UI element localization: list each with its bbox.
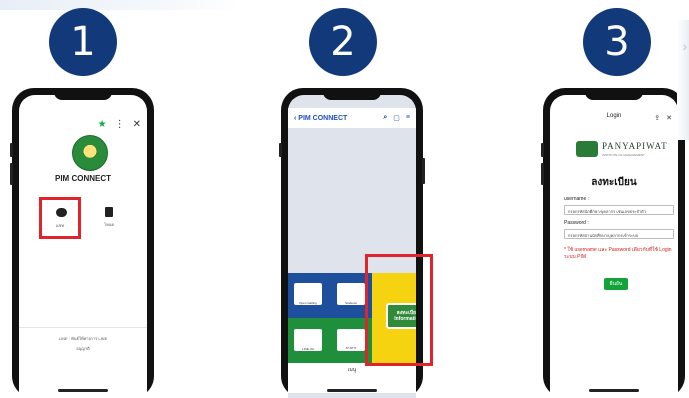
password-label: Password : (564, 220, 589, 226)
phone-step-1: ★ ⋮ ✕ PIM CONNECT แชท โหนด LINE · พันธ์ใ… (10, 88, 154, 398)
phone-1-screen: ★ ⋮ ✕ PIM CONNECT แชท โหนด LINE · พันธ์ใ… (19, 95, 147, 398)
highlight-register (365, 254, 433, 366)
pim-logo (72, 135, 108, 171)
university-sub: INSTITUTE OF MANAGEMENT (602, 153, 645, 157)
home-icon[interactable] (105, 207, 113, 217)
menu-icon[interactable]: ≡ (406, 114, 410, 122)
search-icon[interactable]: ⌕ (383, 114, 387, 122)
next-indicator: › (677, 20, 689, 140)
bottom-menu-label[interactable]: เมนู (348, 367, 356, 373)
submit-button[interactable]: ยืนยัน (604, 278, 628, 290)
divider (19, 327, 147, 328)
username-field[interactable]: กรอกรหัสนักศึกษา/บุคลากร เช่นเลขประจำตัว (564, 205, 674, 215)
close-icon[interactable]: ✕ (666, 114, 672, 122)
menu-chat-label[interactable]: แชท (47, 222, 73, 229)
login-actions: ⇪ ✕ (654, 114, 672, 122)
back-icon[interactable]: ‹ (294, 115, 296, 122)
chevron-right-icon: › (682, 38, 687, 54)
step-1-badge: 1 (49, 8, 117, 76)
tile-news[interactable]: ข่าวสาร (337, 329, 365, 351)
university-name: PANYAPIWAT (602, 141, 668, 151)
footer-text-2: อนุญาติ (76, 346, 90, 351)
bookmark-icon[interactable]: ▢ (393, 114, 400, 122)
highlight-chat (39, 197, 81, 239)
university-logo (576, 141, 598, 157)
header-title: PIM CONNECT (298, 114, 348, 122)
menu-home-label[interactable]: โหนด (97, 221, 121, 228)
form-title: ลงทะเบียน (591, 177, 637, 188)
chat-icon[interactable] (56, 208, 67, 217)
username-label: username : (564, 196, 590, 202)
app-header: ‹ PIM CONNECT ⌕ ▢ ≡ (288, 108, 416, 128)
phone-step-2: ‹ PIM CONNECT ⌕ ▢ ≡ Open Gatling Student… (279, 88, 433, 398)
warning-text: * ใช้ username และ Password เดียวกับที่ใ… (564, 247, 672, 260)
step-2-badge: 2 (309, 8, 377, 76)
step-3-badge: 3 (583, 8, 651, 76)
rich-menu-tiles: Open Gatling Students LINE OA ข่าวสาร (288, 273, 372, 363)
tile-students[interactable]: Students (337, 283, 365, 305)
tile-open-gatling[interactable]: Open Gatling (294, 283, 322, 305)
phone-3-screen: Login ⇪ ✕ PANYAPIWAT INSTITUTE OF MANAGE… (550, 95, 678, 398)
phone-step-3: Login ⇪ ✕ PANYAPIWAT INSTITUTE OF MANAGE… (541, 88, 685, 398)
footer-text-1: LINE · พันธ์ให้ทางการ LINE (58, 336, 108, 341)
top-actions: ★ ⋮ ✕ (98, 119, 141, 130)
star-icon[interactable]: ★ (98, 119, 107, 130)
tile-line-oa[interactable]: LINE OA (294, 329, 322, 351)
top-decoration (0, 0, 240, 10)
share-icon[interactable]: ⇪ (654, 114, 660, 122)
app-title: PIM CONNECT (55, 174, 111, 183)
more-icon[interactable]: ⋮ (115, 119, 125, 130)
password-field[interactable]: กรอกรหัสผ่านนักศึกษา/บุคลากรเข้าระบบ (564, 229, 674, 239)
close-icon[interactable]: ✕ (133, 119, 141, 130)
